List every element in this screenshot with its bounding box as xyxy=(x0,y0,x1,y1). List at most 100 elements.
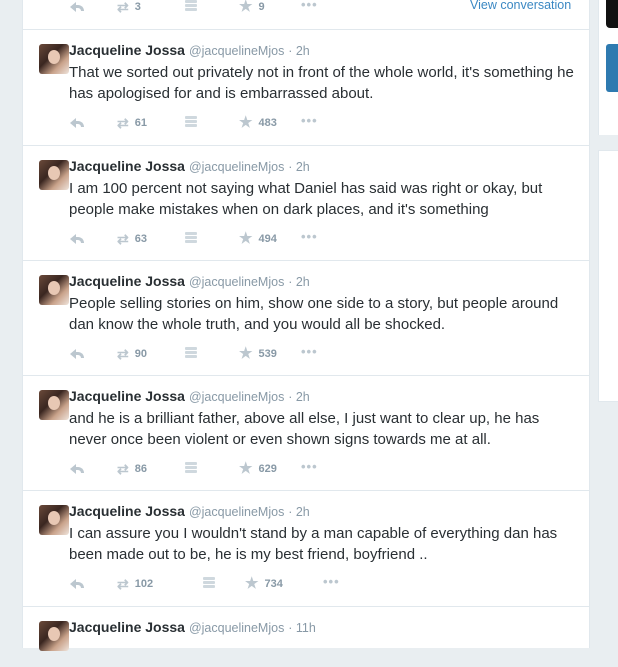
retweet-button[interactable]: ⇄ 102 xyxy=(117,577,153,591)
tweet-header: Jacqueline Jossa @jacquelineMjos · 2h xyxy=(69,42,310,58)
tweet-header: Jacqueline Jossa @jacquelineMjos · 11h xyxy=(69,619,316,635)
tweet-time[interactable]: · 2h xyxy=(288,505,310,519)
more-button[interactable]: ••• xyxy=(301,460,318,473)
buffer-icon xyxy=(185,347,197,359)
reply-button[interactable] xyxy=(69,232,85,244)
buffer-button[interactable] xyxy=(185,0,197,12)
user-handle[interactable]: @jacquelineMjos xyxy=(189,275,284,289)
buffer-button[interactable] xyxy=(203,577,215,589)
retweet-icon: ⇄ xyxy=(117,0,129,15)
tweet[interactable]: Jacqueline Jossa @jacquelineMjos · 2h and… xyxy=(23,376,589,491)
favorite-icon: ★ xyxy=(239,345,253,362)
retweet-button[interactable]: ⇄ 86 xyxy=(117,462,147,476)
avatar[interactable] xyxy=(39,390,69,420)
user-handle[interactable]: @jacquelineMjos xyxy=(189,44,284,58)
reply-icon xyxy=(69,347,85,359)
more-button[interactable]: ••• xyxy=(301,114,318,127)
more-icon: ••• xyxy=(301,344,318,359)
tweet[interactable]: Jacqueline Jossa @jacquelineMjos · 2h Peo… xyxy=(23,261,589,376)
avatar[interactable] xyxy=(39,505,69,535)
favorite-icon: ★ xyxy=(245,575,259,592)
tweet-time[interactable]: · 2h xyxy=(288,160,310,174)
retweet-button[interactable]: ⇄ 90 xyxy=(117,347,147,361)
favorite-icon: ★ xyxy=(239,460,253,477)
buffer-button[interactable] xyxy=(185,347,197,359)
user-handle[interactable]: @jacquelineMjos xyxy=(189,505,284,519)
favorite-button[interactable]: ★ 629 xyxy=(239,460,277,477)
reply-button[interactable] xyxy=(69,577,85,589)
reply-button[interactable] xyxy=(69,462,85,474)
retweet-button[interactable]: ⇄ 61 xyxy=(117,116,147,130)
user-name[interactable]: Jacqueline Jossa xyxy=(69,158,185,174)
reply-icon xyxy=(69,0,85,12)
user-name[interactable]: Jacqueline Jossa xyxy=(69,388,185,404)
retweet-count: 3 xyxy=(134,1,141,13)
user-name[interactable]: Jacqueline Jossa xyxy=(69,273,185,289)
tweet-text: I am 100 percent not saying what Daniel … xyxy=(69,180,543,218)
tweet-header: Jacqueline Jossa @jacquelineMjos · 2h xyxy=(69,388,310,404)
more-icon: ••• xyxy=(301,0,318,12)
avatar[interactable] xyxy=(39,275,69,305)
retweet-icon: ⇄ xyxy=(117,461,129,477)
buffer-icon xyxy=(185,232,197,244)
favorite-button[interactable]: ★ 539 xyxy=(239,345,277,362)
avatar[interactable] xyxy=(39,160,69,190)
buffer-button[interactable] xyxy=(185,462,197,474)
retweet-icon: ⇄ xyxy=(117,576,129,592)
tweet-text: and he is a brilliant father, above all … xyxy=(69,410,540,448)
retweet-icon: ⇄ xyxy=(117,346,129,362)
tweet-time[interactable]: · 2h xyxy=(288,44,310,58)
reply-icon xyxy=(69,116,85,128)
buffer-icon xyxy=(185,116,197,128)
favorite-button[interactable]: ★ 483 xyxy=(239,114,277,131)
retweet-button[interactable]: ⇄ 63 xyxy=(117,232,147,246)
avatar[interactable] xyxy=(39,44,69,74)
more-button[interactable]: ••• xyxy=(323,574,340,589)
buffer-button[interactable] xyxy=(185,116,197,128)
retweet-button[interactable]: ⇄ 3 xyxy=(117,0,141,14)
user-handle[interactable]: @jacquelineMjos xyxy=(189,160,284,174)
view-conversation-link[interactable]: View conversation xyxy=(470,0,571,12)
more-button[interactable]: ••• xyxy=(301,0,318,12)
favorite-button[interactable]: ★ 9 xyxy=(239,0,265,14)
favorite-count: 9 xyxy=(258,1,265,13)
favorite-count: 539 xyxy=(258,348,277,360)
avatar[interactable] xyxy=(39,621,69,651)
reply-button[interactable] xyxy=(69,0,85,12)
tweet-text: People selling stories on him, show one … xyxy=(69,295,559,333)
tweet[interactable]: Jacqueline Jossa @jacquelineMjos · 2h Tha… xyxy=(23,30,589,146)
tweet-time[interactable]: · 11h xyxy=(288,621,316,635)
user-handle[interactable]: @jacquelineMjos xyxy=(189,621,284,635)
tweet-header: Jacqueline Jossa @jacquelineMjos · 2h xyxy=(69,503,310,519)
retweet-count: 90 xyxy=(134,348,147,360)
favorite-button[interactable]: ★ 734 xyxy=(245,575,283,592)
retweet-count: 61 xyxy=(134,117,147,129)
tweet[interactable]: Jacqueline Jossa @jacquelineMjos · 2h I a… xyxy=(23,146,589,261)
sidebar-promo-image[interactable] xyxy=(606,44,618,92)
tweet-time[interactable]: · 2h xyxy=(288,390,310,404)
favorite-count: 483 xyxy=(258,117,277,129)
favorite-count: 734 xyxy=(264,578,283,590)
tweet-time[interactable]: · 2h xyxy=(288,275,310,289)
reply-button[interactable] xyxy=(69,116,85,128)
buffer-icon xyxy=(185,462,197,474)
user-name[interactable]: Jacqueline Jossa xyxy=(69,503,185,519)
more-button[interactable]: ••• xyxy=(301,344,318,359)
user-name[interactable]: Jacqueline Jossa xyxy=(69,619,185,635)
tweet[interactable]: Jacqueline Jossa @jacquelineMjos · 2h I c… xyxy=(23,491,589,607)
retweet-count: 86 xyxy=(134,463,147,475)
tweet-partial-top[interactable]: ⇄ 3 ★ 9 ••• View conversation xyxy=(23,0,589,30)
tweet[interactable]: Jacqueline Jossa @jacquelineMjos · 11h xyxy=(23,607,589,667)
more-button[interactable]: ••• xyxy=(301,230,318,243)
reply-button[interactable] xyxy=(69,347,85,359)
user-handle[interactable]: @jacquelineMjos xyxy=(189,390,284,404)
buffer-icon xyxy=(185,0,197,12)
more-icon: ••• xyxy=(323,574,340,589)
user-name[interactable]: Jacqueline Jossa xyxy=(69,42,185,58)
sidebar-header-image xyxy=(606,0,618,28)
favorite-button[interactable]: ★ 494 xyxy=(239,231,277,246)
favorite-icon: ★ xyxy=(239,114,253,131)
tweet-text: That we sorted out privately not in fron… xyxy=(69,64,574,102)
buffer-button[interactable] xyxy=(185,232,197,244)
reply-icon xyxy=(69,232,85,244)
